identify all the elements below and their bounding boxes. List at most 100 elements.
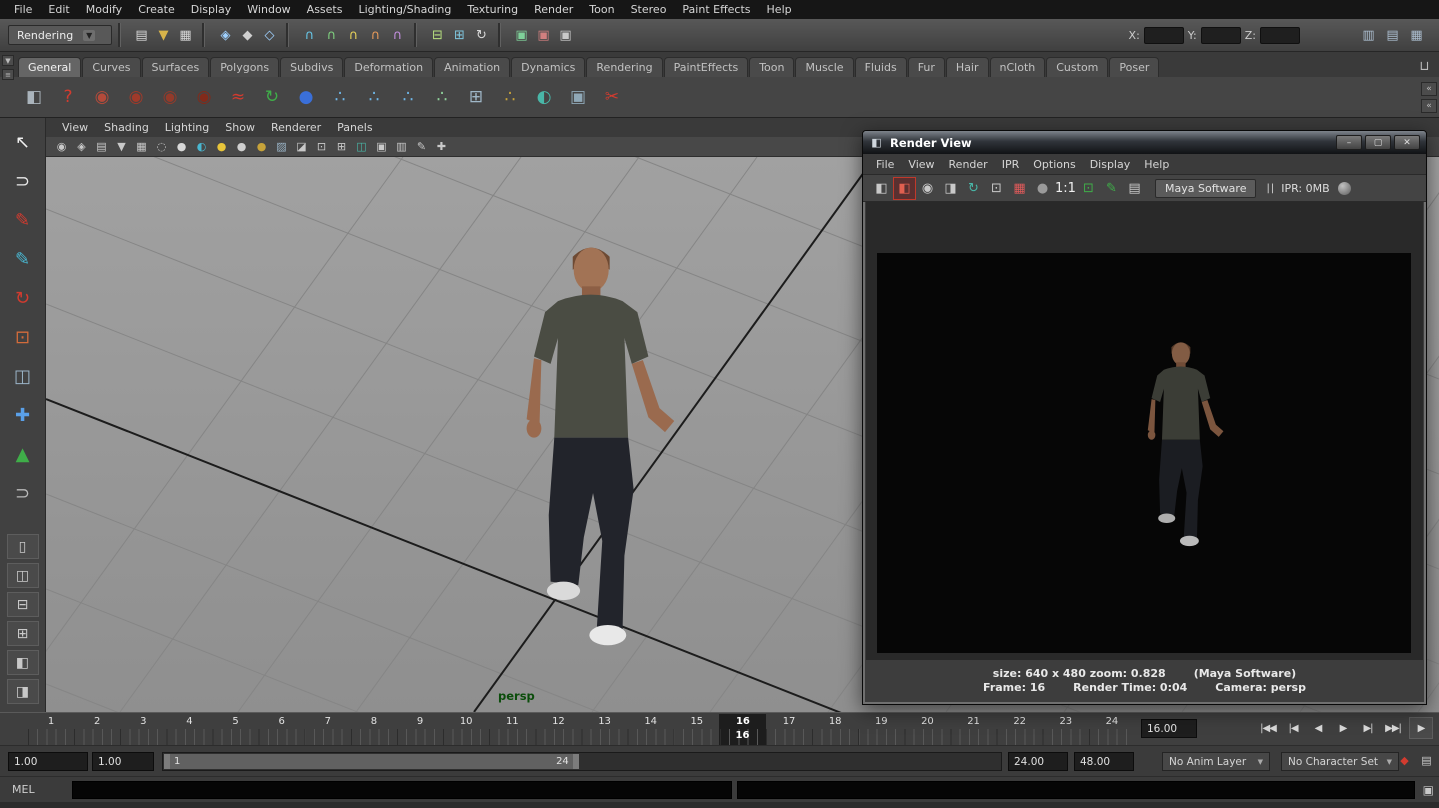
shelf-tab[interactable]: Dynamics — [511, 57, 585, 77]
menu-item[interactable]: Assets — [299, 1, 351, 18]
viewport-menu-item[interactable]: View — [54, 119, 96, 136]
menu-item[interactable]: Texturing — [459, 1, 526, 18]
menu-item[interactable]: Display — [183, 1, 240, 18]
playback-start-input[interactable]: 1.00 — [92, 752, 154, 771]
layout-two-stacked-icon[interactable]: ⊟ — [7, 592, 39, 617]
render-frame-icon[interactable]: ◧ — [871, 178, 892, 199]
frame-tick[interactable]: 19 — [858, 714, 904, 729]
command-language-label[interactable]: MEL — [12, 783, 35, 796]
frame-tick[interactable]: 15 — [674, 714, 720, 729]
maximize-button[interactable]: ▢ — [1365, 135, 1391, 150]
safe-action-icon[interactable]: ▣ — [372, 138, 391, 156]
frame-tick[interactable]: 2 — [74, 714, 120, 729]
layout-single-pane-icon[interactable]: ▯ — [7, 534, 39, 559]
toolbar-separator[interactable] — [414, 23, 421, 47]
toolbar-separator[interactable] — [498, 23, 505, 47]
command-input[interactable] — [72, 781, 732, 799]
frame-ruler[interactable] — [28, 729, 1135, 745]
output-operations-icon[interactable]: ⊞ — [449, 25, 470, 46]
menu-item[interactable]: Create — [130, 1, 183, 18]
step-back-frame-button[interactable]: ◀ — [1309, 717, 1327, 739]
viewport-menu-item[interactable]: Lighting — [157, 119, 217, 136]
menu-item[interactable]: Window — [239, 1, 298, 18]
input-operations-icon[interactable]: ⊟ — [427, 25, 448, 46]
shelf-scroll-left-icon[interactable]: « — [1421, 82, 1437, 96]
script-editor-icon[interactable]: ▣ — [1423, 783, 1434, 797]
bookmarks-icon[interactable]: ▼ — [112, 138, 131, 156]
anim-preferences-icon[interactable]: ▤ — [1418, 752, 1435, 769]
trash-icon[interactable]: ⊔ — [1414, 56, 1435, 77]
toolbar-separator[interactable] — [286, 23, 293, 47]
stacked-cubes-icon[interactable]: ▣ — [562, 81, 594, 113]
layout-two-pane-icon[interactable]: ◫ — [7, 563, 39, 588]
make-live-icon[interactable]: ∩ — [387, 25, 408, 46]
shelf-tab[interactable]: Toon — [749, 57, 794, 77]
use-lights-icon[interactable]: ● — [212, 138, 231, 156]
field-chart-icon[interactable]: ◫ — [352, 138, 371, 156]
layout-four-pane-icon[interactable]: ⊞ — [7, 621, 39, 646]
camera-clap-icon[interactable]: ◉ — [86, 81, 118, 113]
move-tool-icon[interactable]: ✚ — [6, 399, 40, 431]
redo-curve-icon[interactable]: ↻ — [256, 81, 288, 113]
render-view-menu-item[interactable]: Display — [1083, 156, 1138, 173]
render-view-menu-item[interactable]: Render — [942, 156, 995, 173]
toolbar-separator[interactable] — [118, 23, 125, 47]
menu-item[interactable]: Render — [526, 1, 581, 18]
range-slider-track[interactable]: 1 24 — [162, 752, 1002, 771]
attribute-editor-toggle-icon[interactable]: ▥ — [1358, 25, 1379, 46]
shelf-tab[interactable]: Fur — [908, 57, 945, 77]
safe-title-icon[interactable]: ▥ — [392, 138, 411, 156]
node-network-icon-2[interactable]: ∴ — [358, 81, 390, 113]
knife-icon[interactable]: ✂ — [596, 81, 628, 113]
snapshot-icon[interactable]: ◉ — [917, 178, 938, 199]
save-scene-icon[interactable]: ▦ — [175, 25, 196, 46]
shelf-tab[interactable]: Rendering — [586, 57, 662, 77]
tool-settings-toggle-icon[interactable]: ▤ — [1382, 25, 1403, 46]
layout-hypershade-icon[interactable]: ◨ — [7, 679, 39, 704]
menu-item[interactable]: Stereo — [623, 1, 675, 18]
snap-to-grid-icon[interactable]: ∩ — [299, 25, 320, 46]
frame-tick[interactable]: 6 — [259, 714, 305, 729]
minimize-button[interactable]: – — [1336, 135, 1362, 150]
renderer-selector[interactable]: Maya Software — [1155, 179, 1256, 198]
universal-manipulator-icon[interactable]: ◫ — [6, 360, 40, 392]
edit-region-icon[interactable]: ✎ — [1101, 178, 1122, 199]
viewport-menu-item[interactable]: Renderer — [263, 119, 329, 136]
shelf-tab[interactable]: nCloth — [990, 57, 1046, 77]
frame-tick[interactable]: 4 — [166, 714, 212, 729]
close-button[interactable]: ✕ — [1394, 135, 1420, 150]
frame-tick[interactable]: 8 — [351, 714, 397, 729]
auto-keyframe-icon[interactable]: ◆ — [1396, 752, 1413, 769]
frame-tick[interactable]: 24 — [1089, 714, 1135, 729]
play-button[interactable]: ▶ — [1409, 717, 1433, 739]
y-input[interactable] — [1201, 27, 1241, 44]
rendered-image[interactable] — [877, 253, 1411, 653]
frame-tick[interactable]: 10 — [443, 714, 489, 729]
render-view-menu-item[interactable]: IPR — [995, 156, 1027, 173]
new-scene-icon[interactable]: ▤ — [131, 25, 152, 46]
wireframe-icon[interactable]: ◌ — [152, 138, 171, 156]
animation-start-input[interactable]: 1.00 — [8, 752, 88, 771]
snap-to-point-icon[interactable]: ∩ — [343, 25, 364, 46]
menu-item[interactable]: Paint Effects — [674, 1, 758, 18]
x-input[interactable] — [1144, 27, 1184, 44]
camera-dark-icon[interactable]: ◉ — [188, 81, 220, 113]
shelf-tab[interactable]: Fluids — [855, 57, 907, 77]
pause-ipr-icon[interactable]: || — [1266, 183, 1275, 194]
select-component-icon[interactable]: ◇ — [259, 25, 280, 46]
frame-tick[interactable]: 5 — [213, 714, 259, 729]
real-size-icon[interactable]: ⊡ — [1078, 178, 1099, 199]
shelf-tab[interactable]: Subdivs — [280, 57, 343, 77]
xray-icon[interactable]: ▨ — [272, 138, 291, 156]
rotate-tool-icon[interactable]: ↻ — [6, 282, 40, 314]
viewport-menu-item[interactable]: Shading — [96, 119, 157, 136]
render-view-titlebar[interactable]: ◧ Render View –▢✕ — [863, 131, 1426, 154]
open-scene-icon[interactable]: ▼ — [153, 25, 174, 46]
menu-item[interactable]: Toon — [581, 1, 622, 18]
lasso-tool-icon[interactable]: ⊃ — [6, 165, 40, 197]
menu-item[interactable]: Help — [759, 1, 800, 18]
rgb-channels-icon[interactable]: ▦ — [1009, 178, 1030, 199]
image-plane-icon[interactable]: ▦ — [132, 138, 151, 156]
node-add-icon[interactable]: ∴ — [494, 81, 526, 113]
viewport-menu-item[interactable]: Panels — [329, 119, 380, 136]
